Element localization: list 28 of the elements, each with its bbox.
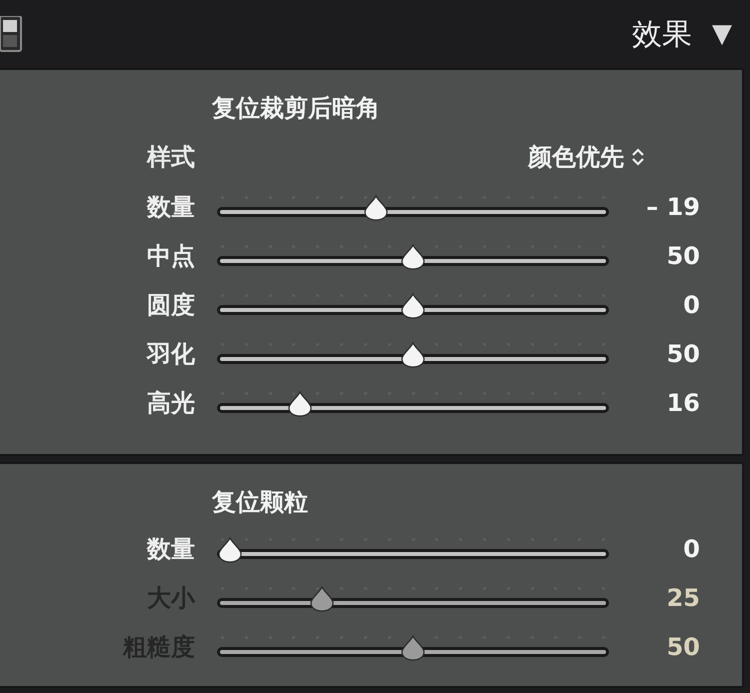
slider-thumb[interactable]: [400, 342, 426, 368]
slider-label: 圆度: [146, 290, 195, 320]
slider-label: 数量: [146, 534, 195, 564]
style-label: 样式: [146, 142, 195, 173]
slider-thumb[interactable]: [363, 194, 390, 220]
slider-value: 50: [666, 242, 700, 270]
slider-value: 0: [683, 290, 700, 318]
slider-value: 50: [666, 632, 700, 660]
slider-label: 中点: [146, 240, 195, 272]
slider-label: 数量: [146, 192, 195, 222]
style-dropdown[interactable]: 颜色优先: [528, 141, 644, 173]
slider-label: 羽化: [145, 338, 195, 370]
slider-value: – 19: [646, 192, 700, 220]
reset-link[interactable]: 复位裁剪后暗角: [212, 92, 380, 126]
slider-thumb[interactable]: [217, 536, 243, 562]
slider-thumb[interactable]: [400, 244, 426, 270]
slider-thumb[interactable]: [286, 390, 313, 416]
panel-title: 效果: [632, 16, 692, 54]
panel-toggle-icon[interactable]: [0, 16, 22, 52]
up-down-arrows-icon: [632, 147, 644, 167]
reset-link[interactable]: 复位颗粒: [212, 486, 308, 520]
slider-label: 高光: [146, 388, 195, 418]
slider-value: 50: [666, 340, 700, 368]
slider-value: 25: [666, 584, 700, 612]
slider-thumb[interactable]: [400, 292, 426, 318]
slider-value: 16: [666, 388, 700, 416]
slider-value: 0: [683, 534, 700, 562]
collapse-toggle[interactable]: ▼: [712, 19, 732, 49]
